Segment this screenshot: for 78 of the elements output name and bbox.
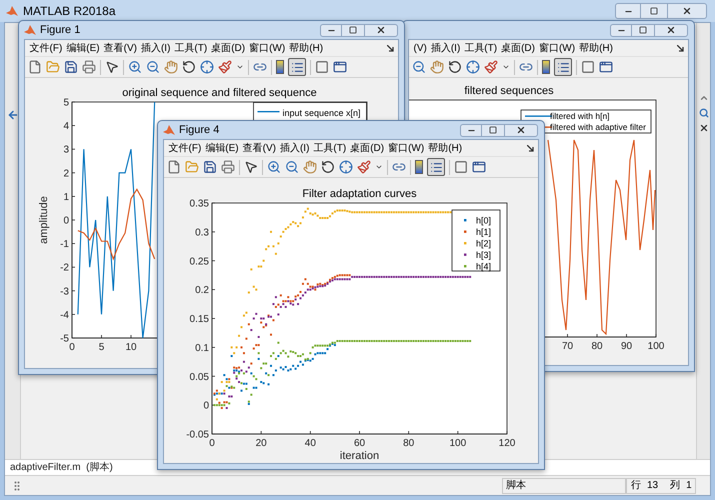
menu-item[interactable]: 窗口(W) bbox=[248, 40, 287, 56]
tick-label: 0 bbox=[63, 216, 69, 226]
status-text: 脚本 bbox=[506, 478, 526, 493]
tick-label: 0 bbox=[69, 342, 75, 353]
tick-label: -4 bbox=[60, 310, 69, 321]
tick-label: 80 bbox=[403, 438, 414, 449]
menu-item[interactable]: 帮助(H) bbox=[426, 140, 464, 156]
window-title: Figure 4 bbox=[179, 122, 220, 138]
tick-label: 100 bbox=[648, 341, 664, 352]
menu-item[interactable]: (V) bbox=[412, 40, 428, 56]
status-value: 1 bbox=[686, 479, 692, 493]
menu-item[interactable]: 窗口(W) bbox=[386, 140, 426, 156]
tick-label: -2 bbox=[60, 262, 69, 274]
menu-item[interactable]: 工具(T) bbox=[172, 40, 209, 56]
menu-item[interactable]: 插入(I) bbox=[278, 140, 311, 156]
chart-title: Filter adaptation curves bbox=[302, 188, 417, 200]
menu-item[interactable]: 查看(V) bbox=[241, 140, 278, 156]
menu-item[interactable]: 窗口(W) bbox=[537, 40, 577, 56]
legend-label: filtered with h[n] bbox=[550, 111, 610, 121]
tick-label: 80 bbox=[591, 341, 603, 352]
legend-label: h[2] bbox=[476, 238, 492, 248]
axis-label: iteration bbox=[340, 450, 380, 462]
tick-label: 20 bbox=[256, 438, 267, 449]
legend-label: filtered with adaptive filter bbox=[550, 122, 646, 132]
menu-item[interactable]: 工具(T) bbox=[312, 140, 348, 156]
tick-label: 4 bbox=[63, 121, 69, 132]
menu-item[interactable]: 编辑(E) bbox=[64, 40, 102, 56]
tick-label: 70 bbox=[562, 341, 574, 352]
legend-label: input sequence x[n] bbox=[282, 108, 361, 118]
tick-label: 0.3 bbox=[195, 227, 209, 238]
tick-label: 0.2 bbox=[195, 285, 209, 296]
tick-label: 5 bbox=[98, 342, 104, 353]
tick-label: 5 bbox=[63, 98, 69, 108]
menu-item[interactable]: 工具(T) bbox=[462, 40, 499, 56]
tick-label: 120 bbox=[498, 438, 516, 449]
window-title: MATLAB R2018a bbox=[23, 3, 116, 20]
tick-label: 40 bbox=[304, 438, 316, 449]
tick-label: 2 bbox=[63, 168, 69, 180]
tick-label: 0.35 bbox=[190, 198, 209, 210]
tick-label: 3 bbox=[63, 144, 69, 156]
status-label: 列 bbox=[670, 479, 680, 493]
menu-item[interactable]: 桌面(D) bbox=[348, 140, 386, 156]
tick-label: -3 bbox=[60, 286, 69, 298]
status-value: 13 bbox=[647, 479, 658, 493]
legend-label: h[4] bbox=[476, 262, 492, 272]
menu-item[interactable]: 帮助(H) bbox=[288, 40, 325, 56]
legend-label: h[1] bbox=[476, 227, 492, 237]
tick-label: -5 bbox=[60, 334, 69, 344]
tick-label: 60 bbox=[354, 438, 366, 449]
tick-label: 0 bbox=[203, 400, 209, 412]
tick-label: 0.05 bbox=[190, 372, 209, 383]
tick-label: 0 bbox=[209, 438, 215, 449]
tick-label: 1 bbox=[63, 192, 69, 203]
legend-label: h[3] bbox=[476, 250, 492, 260]
tick-label: 0.25 bbox=[190, 256, 209, 268]
tick-label: 100 bbox=[450, 438, 466, 449]
tick-label: 0.1 bbox=[195, 342, 209, 354]
menu-item[interactable]: 桌面(D) bbox=[500, 40, 536, 56]
legend-label: h[0] bbox=[476, 216, 492, 226]
tick-label: -0.05 bbox=[186, 430, 209, 440]
status-label: 行 bbox=[631, 479, 641, 493]
menu-item[interactable]: 插入(I) bbox=[139, 40, 172, 56]
menu-item[interactable]: 插入(I) bbox=[429, 40, 462, 56]
file-label: adaptiveFilter.m (脚本) bbox=[10, 460, 113, 475]
chart-title: original sequence and filtered sequence bbox=[122, 87, 317, 99]
chart-title: filtered sequences bbox=[464, 85, 554, 97]
axis-label: amplitude bbox=[38, 196, 50, 244]
menu-item[interactable]: 文件(F) bbox=[28, 40, 64, 56]
menu-item[interactable]: 桌面(D) bbox=[210, 40, 247, 56]
tick-label: 10 bbox=[125, 342, 137, 353]
tick-label: 90 bbox=[620, 341, 632, 352]
tick-label: 0.15 bbox=[190, 314, 209, 325]
menu-item[interactable]: 查看(V) bbox=[102, 40, 138, 56]
menu-item[interactable]: 编辑(E) bbox=[204, 140, 240, 156]
menu-item[interactable]: 文件(F) bbox=[167, 140, 203, 156]
window-title: Figure 1 bbox=[40, 22, 80, 38]
tick-label: -1 bbox=[60, 239, 69, 250]
menu-item[interactable]: 帮助(H) bbox=[578, 40, 614, 56]
